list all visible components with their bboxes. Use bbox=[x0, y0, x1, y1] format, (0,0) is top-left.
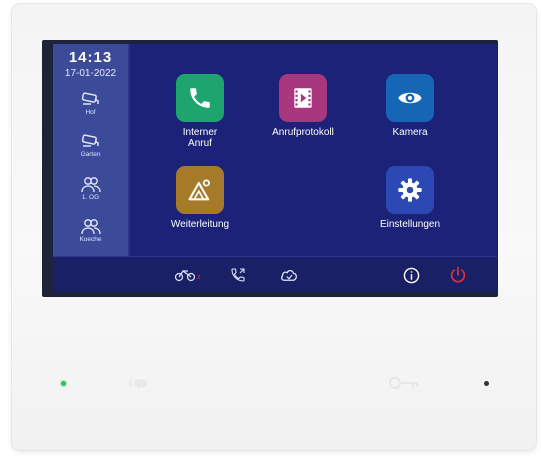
status-led bbox=[61, 381, 66, 386]
eye-icon bbox=[386, 74, 434, 122]
talk-button-icon bbox=[129, 377, 149, 394]
app-anrufprotokoll[interactable]: Anrufprotokoll bbox=[253, 74, 353, 138]
call-forward-icon[interactable] bbox=[229, 265, 247, 285]
people-icon bbox=[80, 177, 101, 193]
key-icon bbox=[389, 377, 418, 389]
film-icon bbox=[279, 74, 327, 122]
camera-sidebar: 14:13 17-01-2022 Hof Garten 1. OG Kueche bbox=[53, 44, 128, 256]
mountain-icon bbox=[176, 166, 224, 214]
gear-icon bbox=[386, 166, 434, 214]
sensor-dot bbox=[484, 381, 489, 386]
app-grid: Interner Anruf Anrufprotokoll Kamera Wei… bbox=[130, 44, 497, 256]
app-kamera[interactable]: Kamera bbox=[360, 74, 460, 138]
app-label: Einstellungen bbox=[379, 219, 441, 230]
sidebar-item-label: Garten bbox=[80, 151, 101, 158]
app-einstellungen[interactable]: Einstellungen bbox=[360, 166, 460, 230]
power-icon[interactable] bbox=[448, 265, 468, 285]
camera-icon bbox=[81, 134, 99, 147]
svg-text:z: z bbox=[197, 274, 201, 281]
people-icon bbox=[80, 219, 101, 235]
sidebar-item-1og[interactable]: 1. OG bbox=[53, 176, 128, 201]
sidebar-item-garten[interactable]: Garten bbox=[53, 134, 128, 158]
sidebar-item-label: Hof bbox=[85, 109, 96, 116]
app-label: Kamera bbox=[392, 127, 428, 138]
app-label: Anrufprotokoll bbox=[272, 127, 334, 138]
app-interner-anruf[interactable]: Interner Anruf bbox=[150, 74, 250, 149]
camera-icon bbox=[81, 92, 99, 105]
clock-time: 14:13 bbox=[68, 49, 113, 66]
sidebar-item-hof[interactable]: Hof bbox=[53, 92, 128, 116]
app-label: Weiterleitung bbox=[170, 219, 230, 230]
app-weiterleitung[interactable]: Weiterleitung bbox=[150, 166, 250, 230]
bottom-status-bar: z bbox=[53, 256, 497, 292]
info-icon[interactable] bbox=[401, 265, 421, 285]
cloud-icon[interactable] bbox=[279, 265, 299, 285]
clock-date: 17-01-2022 bbox=[64, 68, 117, 79]
door-open-button[interactable] bbox=[386, 371, 422, 395]
sidebar-item-label: 1. OG bbox=[81, 194, 100, 201]
sidebar-item-kueche[interactable]: Kueche bbox=[53, 218, 128, 243]
talk-button[interactable] bbox=[124, 370, 156, 398]
phone-icon bbox=[176, 74, 224, 122]
do-not-disturb-icon[interactable]: z bbox=[173, 265, 205, 285]
app-label: Interner Anruf bbox=[182, 127, 218, 149]
display-screen: 14:13 17-01-2022 Hof Garten 1. OG Kueche… bbox=[53, 44, 497, 292]
sidebar-item-label: Kueche bbox=[79, 236, 102, 243]
